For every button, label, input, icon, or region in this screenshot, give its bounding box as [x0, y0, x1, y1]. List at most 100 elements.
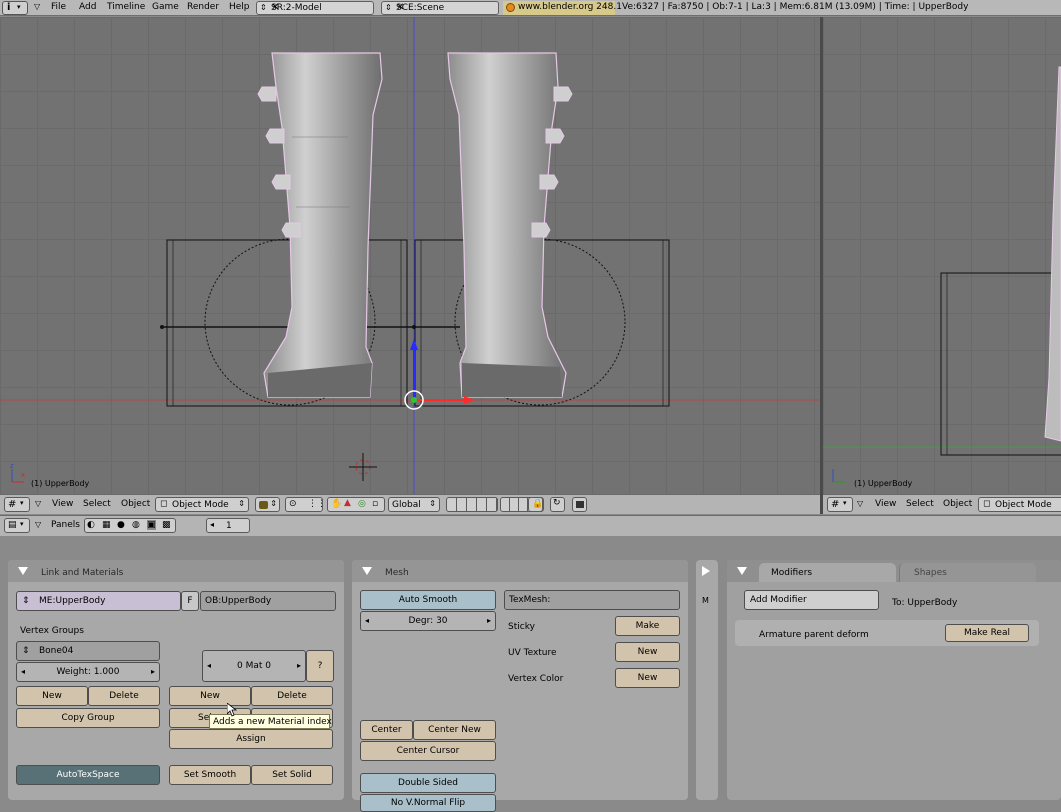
buttons-window: Link and Materials ⇕ ME:UpperBody F OB:U…	[0, 536, 1061, 812]
active-object-label: (1) UpperBody	[31, 479, 90, 488]
refresh-icon: ↻	[553, 498, 561, 508]
collapse-menus-icon[interactable]: ▽	[34, 2, 40, 11]
context-tabs[interactable]: ◐ ▦ ● ◍ ▣ ▩	[84, 518, 176, 533]
collapse-triangle-icon[interactable]	[737, 567, 747, 575]
panel-title: Mesh	[385, 568, 409, 578]
menu-game[interactable]: Game	[152, 2, 179, 12]
menu-panels[interactable]: Panels	[51, 520, 80, 530]
weight-slider[interactable]: ◂ Weight: 1.000 ▸	[16, 662, 160, 682]
vertex-group-selector[interactable]: ⇕ Bone04	[16, 641, 160, 661]
vertex-color-label: Vertex Color	[508, 674, 564, 684]
uv-texture-new-button[interactable]: New	[615, 642, 680, 662]
double-sided-toggle[interactable]: Double Sided	[360, 773, 496, 793]
fake-user-button[interactable]: F	[181, 591, 199, 611]
close-icon[interactable]: ✕	[271, 2, 370, 13]
scene-selector[interactable]: ⇕ SCE:Scene ✕	[381, 1, 499, 15]
auto-smooth-toggle[interactable]: Auto Smooth	[360, 590, 496, 610]
updown-icon: ⇕	[260, 3, 267, 12]
menu-timeline[interactable]: Timeline	[107, 2, 145, 12]
new-material-button[interactable]: New	[169, 686, 251, 706]
collapsed-panel-strip[interactable]: M	[696, 560, 718, 800]
menu-object[interactable]: Object	[121, 499, 150, 509]
boot-right-mesh	[447, 52, 573, 398]
set-smooth-button[interactable]: Set Smooth	[169, 765, 251, 785]
lock-layers-button[interactable]: 🔒	[528, 497, 543, 512]
panel-header[interactable]: Link and Materials	[8, 560, 344, 582]
orientation-selector[interactable]: Global ⇕	[388, 497, 440, 512]
delete-material-button[interactable]: Delete	[251, 686, 333, 706]
collapse-menus-icon[interactable]: ▽	[35, 520, 41, 529]
draw-type-selector[interactable]: ⇕	[255, 497, 280, 512]
main-3d-viewport[interactable]: x z (1) UpperBody	[0, 17, 820, 494]
mesh-panel: Mesh Auto Smooth ◂ Degr: 30 ▸ TexMesh: S…	[352, 560, 688, 812]
menu-view[interactable]: View	[52, 499, 73, 509]
menu-file[interactable]: File	[51, 2, 66, 12]
vertex-color-new-button[interactable]: New	[615, 668, 680, 688]
pivot-selector[interactable]: ⊙ ⋮⋮	[285, 497, 326, 512]
editor-type-button[interactable]: # ▾	[4, 497, 30, 512]
screen-selector[interactable]: ⇕ SR:2-Model ✕	[256, 1, 374, 15]
render-button[interactable]	[572, 497, 587, 512]
no-vnormal-flip-toggle[interactable]: No V.Normal Flip	[360, 794, 496, 812]
object-name-field[interactable]: OB:UpperBody	[200, 591, 336, 611]
editor-type-button[interactable]: i ▾	[2, 1, 28, 15]
tab-label: Shapes	[914, 568, 947, 578]
collapse-triangle-icon[interactable]	[362, 567, 372, 575]
menu-help[interactable]: Help	[229, 2, 250, 12]
mode-selector[interactable]: ◻ Object Mode	[978, 497, 1061, 512]
new-vertex-group-button[interactable]: New	[16, 686, 88, 706]
delete-vertex-group-button[interactable]: Delete	[88, 686, 160, 706]
panel-header[interactable]: Mesh	[352, 560, 688, 582]
material-index-field[interactable]: ◂ 0 Mat 0 ▸	[202, 650, 306, 682]
expand-triangle-icon[interactable]	[702, 566, 710, 576]
sticky-make-button[interactable]: Make	[615, 616, 680, 636]
collapse-menus-icon[interactable]: ▽	[857, 499, 863, 508]
editor-type-button[interactable]: # ▾	[827, 497, 853, 512]
make-real-button[interactable]: Make Real	[945, 624, 1029, 642]
texmesh-field[interactable]: TexMesh:	[504, 590, 680, 610]
manipulator-toggles[interactable]: ✋ ▲ ◎ ▫	[327, 497, 385, 512]
menu-select[interactable]: Select	[906, 499, 934, 509]
info-icon: i	[7, 2, 11, 13]
autotexspace-toggle[interactable]: AutoTexSpace	[16, 765, 160, 785]
chevron-down-icon: ▾	[17, 3, 21, 11]
right-arrow-icon: ▸	[150, 667, 155, 676]
3d-cursor[interactable]	[349, 453, 377, 481]
center-new-button[interactable]: Center New	[413, 720, 496, 740]
mode-selector[interactable]: ◻ Object Mode ⇕	[155, 497, 249, 512]
menu-view[interactable]: View	[875, 499, 896, 509]
frame-number-field[interactable]: ◂ 1	[206, 518, 250, 533]
grid-icon: #	[831, 499, 840, 510]
vertex-group-name: Bone04	[39, 646, 74, 656]
side-viewport-scene	[823, 66, 1061, 483]
mesh-name-field[interactable]: ⇕ ME:UpperBody	[16, 591, 181, 611]
add-modifier-button[interactable]: Add Modifier	[744, 590, 879, 610]
assign-material-button[interactable]: Assign	[169, 729, 333, 749]
local-view-button[interactable]: ↻	[550, 497, 565, 512]
updown-icon: ⇕	[22, 646, 30, 656]
editor-type-button[interactable]: ▤ ▾	[4, 518, 30, 533]
close-icon[interactable]: ✕	[396, 2, 495, 13]
material-help-button[interactable]: ?	[306, 650, 334, 682]
side-3d-viewport[interactable]: (1) UpperBody	[823, 17, 1061, 494]
tab-modifiers[interactable]: Modifiers	[759, 563, 896, 582]
menu-add[interactable]: Add	[79, 2, 96, 12]
side-3d-view-header: # ▾ ▽ View Select Object ◻ Object Mode	[823, 494, 1061, 514]
copy-group-button[interactable]: Copy Group	[16, 708, 160, 728]
center-cursor-button[interactable]: Center Cursor	[360, 741, 496, 761]
menu-object[interactable]: Object	[943, 499, 972, 509]
frame-number: 1	[226, 521, 232, 531]
active-object-label: (1) UpperBody	[854, 479, 913, 488]
collapse-menus-icon[interactable]: ▽	[35, 499, 41, 508]
menu-select[interactable]: Select	[83, 499, 111, 509]
3d-view-header: # ▾ ▽ View Select Object ◻ Object Mode ⇕…	[0, 494, 820, 514]
collapse-triangle-icon[interactable]	[18, 567, 28, 575]
tab-shapes[interactable]: Shapes	[899, 563, 1036, 582]
degree-slider[interactable]: ◂ Degr: 30 ▸	[360, 611, 496, 631]
editing-icon: ▣	[147, 520, 156, 530]
svg-text:x: x	[21, 471, 25, 479]
menu-render[interactable]: Render	[187, 2, 219, 12]
center-button[interactable]: Center	[360, 720, 413, 740]
set-solid-button[interactable]: Set Solid	[251, 765, 333, 785]
layer-buttons-a[interactable]	[446, 497, 498, 512]
